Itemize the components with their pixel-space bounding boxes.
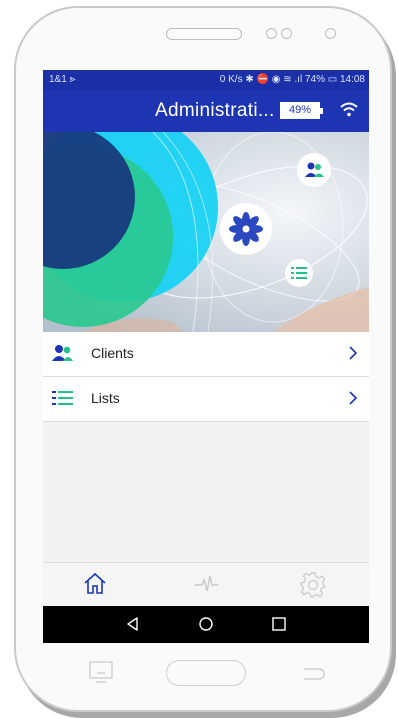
menu-item-clients[interactable]: Clients — [43, 332, 369, 377]
back-triangle-icon[interactable] — [125, 616, 141, 632]
phone-sensor-dot — [266, 28, 277, 39]
home-circle-icon[interactable] — [198, 616, 214, 632]
settings-icon[interactable] — [300, 572, 326, 598]
page-title: Administrati... — [155, 100, 275, 121]
chevron-right-icon — [349, 346, 358, 360]
menu-item-label: Clients — [91, 345, 134, 361]
hardware-back-icon — [304, 668, 325, 680]
phone-sensor-dot — [281, 28, 292, 39]
clients-icon — [52, 345, 73, 361]
app-bar: Administrati... 49% — [43, 90, 369, 132]
menu-list: Clients Lists — [43, 332, 369, 422]
logo-flower-icon — [229, 212, 263, 246]
status-bar: 1&1 ⪢ 0 K/s ✱ ⛔ ◉ ≋ .ıl 74% ▭ 14:08 — [43, 70, 369, 90]
activity-icon[interactable] — [193, 572, 219, 596]
hardware-home-button — [166, 660, 246, 686]
hero-banner — [43, 132, 369, 332]
hardware-menu-icon — [89, 661, 113, 683]
menu-item-lists[interactable]: Lists — [43, 377, 369, 422]
bottom-tab-bar — [43, 562, 369, 606]
list-icon — [52, 391, 73, 405]
chevron-right-icon — [349, 391, 358, 405]
status-indicators: 0 K/s ✱ ⛔ ◉ ≋ .ıl 74% ▭ 14:08 — [219, 74, 365, 85]
phone-camera — [325, 28, 336, 39]
hero-list-icon — [291, 267, 307, 279]
battery-label: 49% — [288, 104, 312, 116]
menu-item-label: Lists — [91, 390, 120, 406]
recents-square-icon[interactable] — [271, 616, 287, 632]
phone-speaker — [166, 28, 242, 40]
hero-illustration — [43, 132, 369, 332]
app-screen: 1&1 ⪢ 0 K/s ✱ ⛔ ◉ ≋ .ıl 74% ▭ 14:08 Admi… — [43, 70, 369, 643]
carrier-label: 1&1 ⪢ — [49, 74, 76, 85]
home-icon[interactable] — [83, 572, 107, 596]
system-nav-bar — [43, 606, 369, 643]
wifi-icon — [340, 102, 358, 117]
battery-indicator: 49% — [280, 102, 323, 119]
